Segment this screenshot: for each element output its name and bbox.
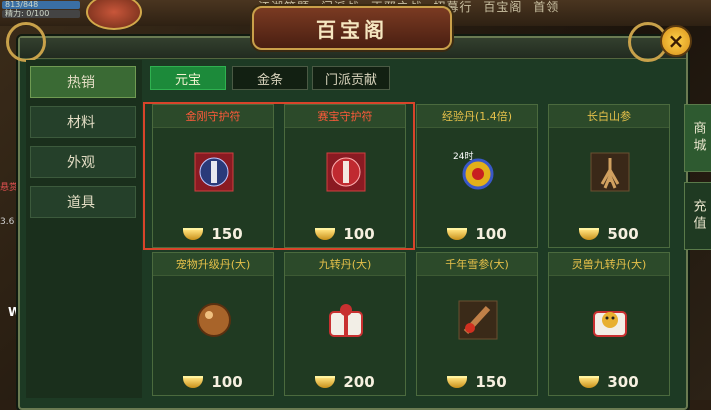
item-card[interactable]: 金刚守护符 150: [152, 104, 274, 248]
tab-recharge[interactable]: 充值: [684, 182, 711, 250]
energy-bar: 精力: 0/100: [2, 10, 80, 18]
item-card[interactable]: 千年雪参(大) 150: [416, 252, 538, 396]
energy-text: 精力: 0/100: [5, 9, 50, 18]
talisman-red-icon: [326, 152, 366, 192]
player-status: 813/848 精力: 0/100: [0, 0, 82, 24]
item-name: 经验丹(1.4倍): [417, 105, 537, 128]
item-name: 九转丹(大): [285, 253, 405, 276]
item-name: 灵兽九转丹(大): [549, 253, 669, 276]
yuanbao-ingot-icon: [315, 376, 336, 388]
item-price: 150: [153, 221, 273, 247]
item-card[interactable]: 经验丹(1.4倍) 24时 100: [416, 104, 538, 248]
right-tab-label: 充值: [690, 199, 706, 233]
tab-mall[interactable]: 商城: [684, 104, 711, 172]
yuanbao-ingot-icon: [447, 228, 468, 240]
item-price: 100: [153, 369, 273, 395]
price-value: 150: [211, 225, 243, 243]
item-name: 千年雪参(大): [417, 253, 537, 276]
price-value: 300: [607, 373, 639, 391]
item-price: 100: [417, 221, 537, 247]
window-title: 百宝阁: [316, 17, 388, 42]
yuanbao-ingot-icon: [579, 376, 600, 388]
sidebar-item-props[interactable]: 道具: [30, 186, 136, 218]
price-value: 500: [607, 225, 639, 243]
price-value: 150: [475, 373, 507, 391]
ornament-left-icon: [6, 22, 46, 62]
gift-pill-icon: [329, 304, 363, 337]
close-button[interactable]: ×: [660, 25, 692, 57]
top-menu-item-boss[interactable]: 首领: [533, 0, 559, 14]
hp-bar: 813/848: [2, 1, 80, 9]
price-value: 100: [475, 225, 507, 243]
item-card[interactable]: 灵兽九转丹(大) 300: [548, 252, 670, 396]
yuanbao-ingot-icon: [447, 376, 468, 388]
tab-yuanbao[interactable]: 元宝: [150, 66, 226, 90]
item-price: 500: [549, 221, 669, 247]
sidebar-item-label: 外观: [67, 155, 95, 171]
tab-label: 金条: [256, 72, 283, 88]
talisman-blue-icon: [194, 152, 234, 192]
sidebar-item-hot[interactable]: 热销: [30, 66, 136, 98]
item-card[interactable]: 九转丹(大) 200: [284, 252, 406, 396]
item-card[interactable]: 赛宝守护符 100: [284, 104, 406, 248]
sidebar-item-appearance[interactable]: 外观: [30, 146, 136, 178]
item-price: 200: [285, 369, 405, 395]
item-price: 100: [285, 221, 405, 247]
sidebar-item-label: 道具: [67, 195, 95, 211]
yuanbao-ingot-icon: [183, 376, 204, 388]
yuanbao-ingot-icon: [315, 228, 336, 240]
close-icon: ×: [667, 29, 685, 53]
sidebar-item-label: 材料: [67, 115, 95, 131]
sidebar-item-materials[interactable]: 材料: [30, 106, 136, 138]
tab-label: 门派贡献: [324, 72, 377, 88]
yuanbao-ingot-icon: [579, 228, 600, 240]
item-name: 赛宝守护符: [285, 105, 405, 128]
ginseng-icon: [590, 152, 630, 192]
item-name: 金刚守护符: [153, 105, 273, 128]
tab-gold-bar[interactable]: 金条: [232, 66, 308, 90]
hp-text: 813/848: [5, 0, 39, 9]
right-tab-label: 商城: [690, 121, 706, 155]
sidebar-item-label: 热销: [67, 75, 95, 91]
price-value: 100: [343, 225, 375, 243]
category-sidebar: 热销 材料 外观 道具: [26, 60, 142, 398]
price-value: 200: [343, 373, 375, 391]
item-grid: 金刚守护符 150 赛宝守护符 100 经验丹(1.4倍) 24时 100 长白…: [148, 100, 676, 400]
snow-ginseng-icon: [458, 300, 498, 340]
item-price: 150: [417, 369, 537, 395]
beast-pill-icon: [593, 311, 627, 337]
tab-sect-contribution[interactable]: 门派贡献: [312, 66, 390, 90]
tab-label: 元宝: [174, 72, 201, 88]
window-title-plaque: 百宝阁: [252, 6, 452, 50]
duration-badge: 24时: [453, 152, 474, 162]
top-menu-item-shop[interactable]: 百宝阁: [483, 0, 522, 14]
item-price: 300: [549, 369, 669, 395]
item-name: 宠物升级丹(大): [153, 253, 273, 276]
yuanbao-ingot-icon: [183, 228, 204, 240]
item-name: 长白山参: [549, 105, 669, 128]
price-value: 100: [211, 373, 243, 391]
item-card[interactable]: 宠物升级丹(大) 100: [152, 252, 274, 396]
pet-pill-icon: [197, 303, 231, 337]
item-card[interactable]: 长白山参 500: [548, 104, 670, 248]
